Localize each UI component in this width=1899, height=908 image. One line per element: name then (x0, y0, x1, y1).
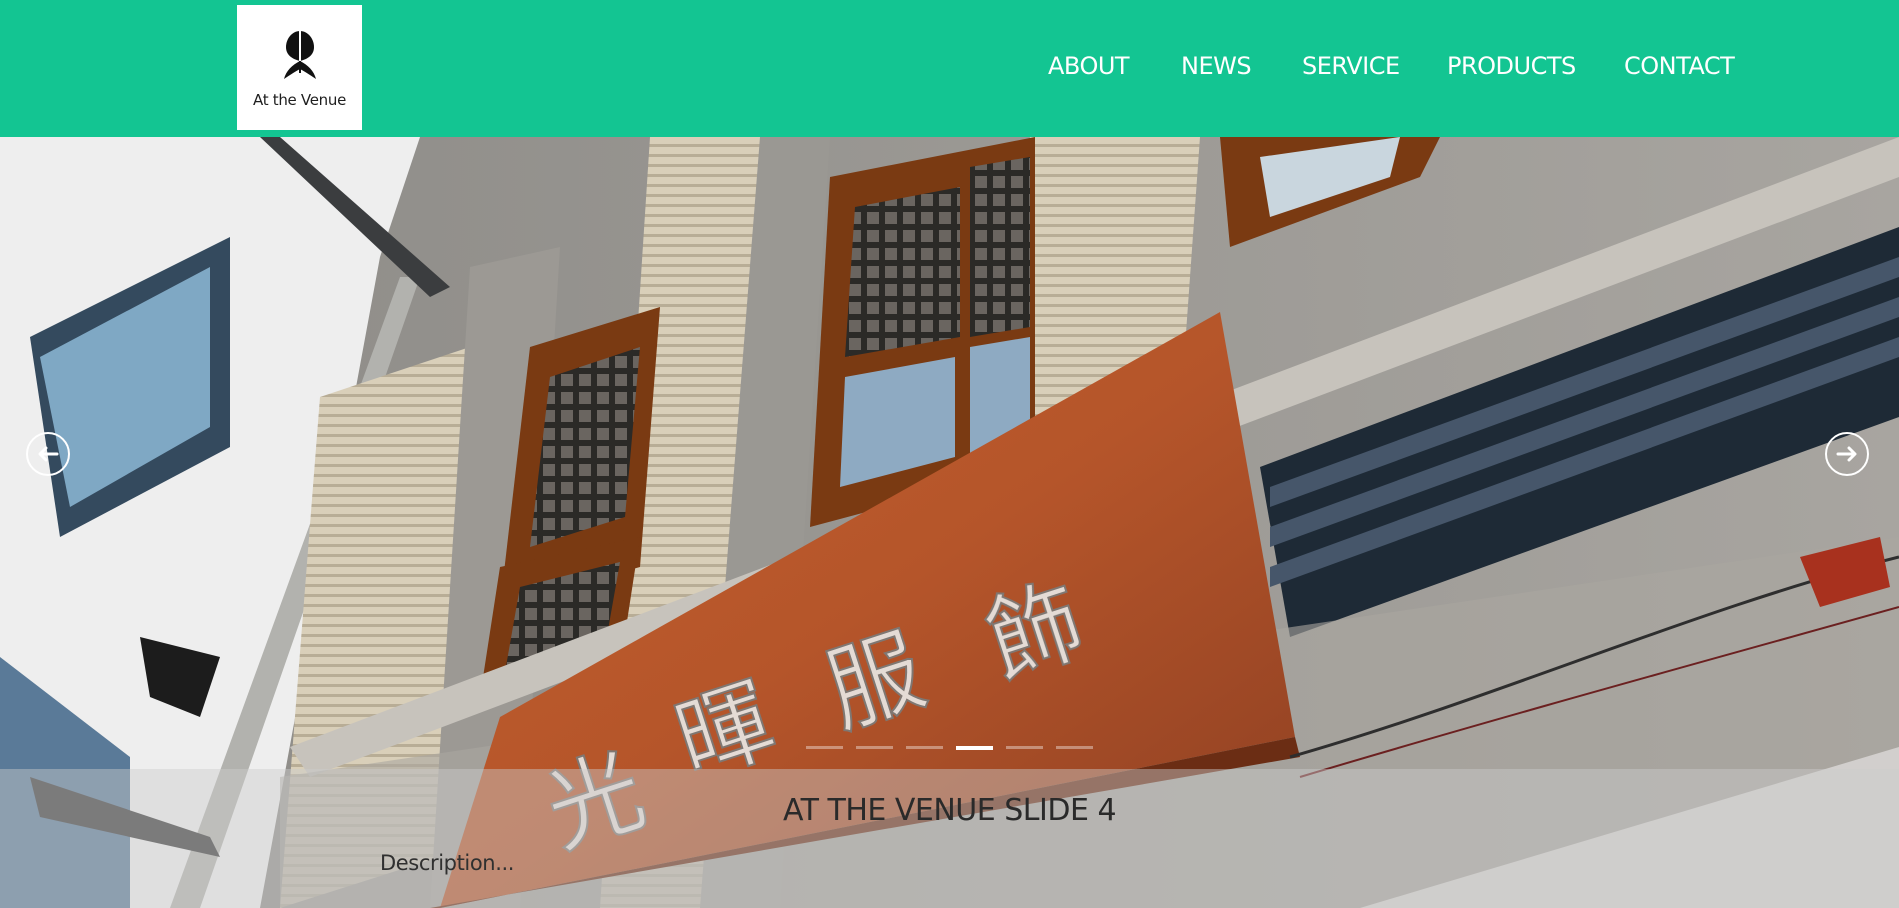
slide-indicator[interactable] (856, 746, 893, 749)
nav-contact[interactable]: CONTACT (1624, 52, 1735, 80)
slide-indicator[interactable] (956, 746, 993, 750)
caption-description: Description... (380, 851, 515, 875)
nav-news[interactable]: NEWS (1181, 52, 1252, 80)
slide-indicators (806, 746, 1096, 750)
slide-indicator[interactable] (906, 746, 943, 749)
slide-indicator[interactable] (1056, 746, 1093, 749)
slide-indicator[interactable] (806, 746, 843, 749)
hero-slider: 光 暉 服 飾 AT THE VENUE SLIDE 4 Description… (0, 137, 1899, 908)
arrow-left-icon (38, 446, 59, 462)
caption-title: AT THE VENUE SLIDE 4 (782, 793, 1117, 828)
nav-products[interactable]: PRODUCTS (1447, 52, 1576, 80)
prev-slide-button[interactable] (26, 432, 70, 476)
logo-text: At the Venue (253, 91, 346, 109)
site-header: At the Venue ABOUT NEWS SERVICE PRODUCTS… (0, 0, 1899, 137)
nav-service[interactable]: SERVICE (1302, 52, 1400, 80)
slide-indicator[interactable] (1006, 746, 1043, 749)
arrow-right-icon (1836, 446, 1857, 462)
main-nav: ABOUT NEWS SERVICE PRODUCTS CONTACT (0, 52, 1899, 86)
slide-caption: AT THE VENUE SLIDE 4 Description... (0, 769, 1899, 908)
next-slide-button[interactable] (1825, 432, 1869, 476)
nav-about[interactable]: ABOUT (1048, 52, 1130, 80)
